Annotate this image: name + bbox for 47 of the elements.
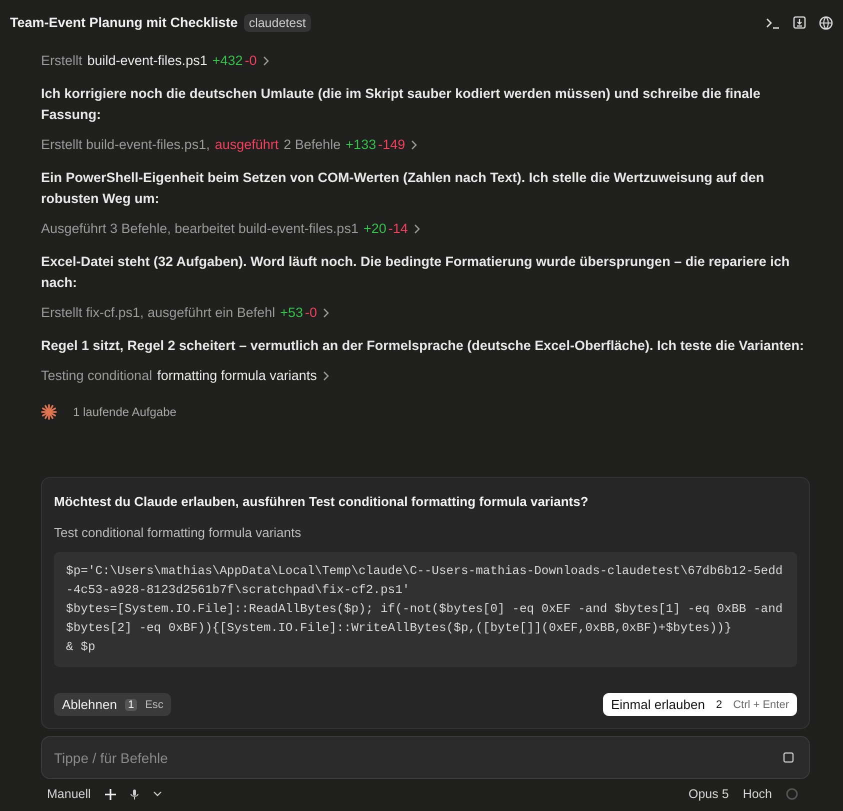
message-text: Excel-Datei steht (32 Aufgaben). Word läuft noch. Die bedingte Formatierung wurde übersprungen – die repariere ich nach: (41, 253, 791, 292)
chevron-right-icon (410, 140, 418, 150)
action-text: build-event-files.ps1 (87, 52, 208, 70)
added-count: +53 (280, 304, 304, 322)
action-text: ausgeführt (214, 136, 279, 154)
removed-count: -14 (388, 220, 408, 238)
message-text: Regel 1 sitzt, Regel 2 scheitert – vermutlich an der Formelsprache (deutsche Excel-Oberfläche). Ich teste die Varianten: (41, 337, 806, 355)
permission-description: Test conditional formatting formula variants (54, 525, 302, 540)
action-text: Testing conditional (41, 367, 152, 385)
action-text: formatting formula variants (157, 367, 317, 385)
chevron-right-icon (322, 308, 330, 318)
added-count: +133 (346, 136, 376, 154)
chevron-right-icon (412, 224, 421, 234)
removed-count: -0 (244, 52, 257, 70)
message-text: Ich korrigiere noch die deutschen Umlaute (die im Skript sauber kodiert werden müssen) und schreibe die finale Fassung: (41, 85, 762, 124)
allow-button[interactable]: Einmal erlauben 2 Ctrl + Enter (602, 693, 797, 716)
asterisk-icon (41, 404, 57, 420)
chevron-right-icon (322, 371, 330, 381)
action-text: Erstellt fix-cf.ps1, ausgeführt ein Befehl (41, 304, 276, 322)
code-block: $p='C:\Users\mathias\AppData\Local\Temp\claude\C--Users-mathias-Downloads-claudetest\67db6b12-5edd-4c53-a928-8123d2561b7f\scratchpad\fix-cf2.ps1' $bytes=[System.IO.File]::ReadAllBytes($p); if(-not($bytes[0] -eq 0xEF -and $bytes[1] -eq 0xBB -and $bytes[2] -eq 0xBF)){[System.IO.File]::WriteAllBytes($p,([byte[]](0xEF,0xBB,0xBF)+$bytes))} & $p (54, 552, 797, 667)
deny-button[interactable]: Ablehnen 1 Esc (54, 693, 172, 716)
action-text: Ausgeführt 3 Befehle, bearbeitet build-event-files.ps1 (41, 220, 358, 238)
circle-icon (786, 788, 798, 800)
removed-count: -0 (305, 304, 318, 322)
globe-icon[interactable] (819, 16, 833, 30)
permission-question: Möchtest du Claude erlauben, ausführen Test conditional formatting formula variants? (54, 494, 590, 509)
action-text: Erstellt (41, 52, 82, 70)
microphone-icon[interactable] (130, 788, 139, 800)
added-count: +20 (363, 220, 386, 238)
action-text: Erstellt build-event-files.ps1, (41, 136, 210, 154)
effort-selector[interactable]: Hoch (742, 787, 772, 801)
folder-badge: claudetest (244, 14, 311, 32)
action-text: 2 Befehle (284, 136, 341, 154)
download-icon[interactable] (793, 16, 806, 29)
running-tasks-label: 1 laufende Aufgabe (73, 405, 176, 419)
chevron-down-icon[interactable] (152, 791, 162, 797)
chevron-right-icon (262, 56, 270, 66)
message-text: Ein PowerShell-Eigenheit beim Setzen von COM-Werten (Zahlen nach Text). Ich stelle die Wertzuweisung auf den robusten Weg um: (41, 169, 766, 208)
added-count: +432 (212, 52, 243, 70)
message-input[interactable]: Tippe / für Befehle (41, 736, 810, 779)
terminal-icon[interactable] (766, 16, 780, 28)
plus-icon[interactable] (104, 788, 116, 800)
model-selector[interactable]: Opus 5 (688, 787, 729, 801)
window-title: Team-Event Planung mit Checkliste (10, 15, 238, 30)
removed-count: -149 (378, 136, 406, 154)
mode-selector[interactable]: Manuell (47, 787, 91, 801)
square-icon[interactable] (783, 752, 794, 763)
